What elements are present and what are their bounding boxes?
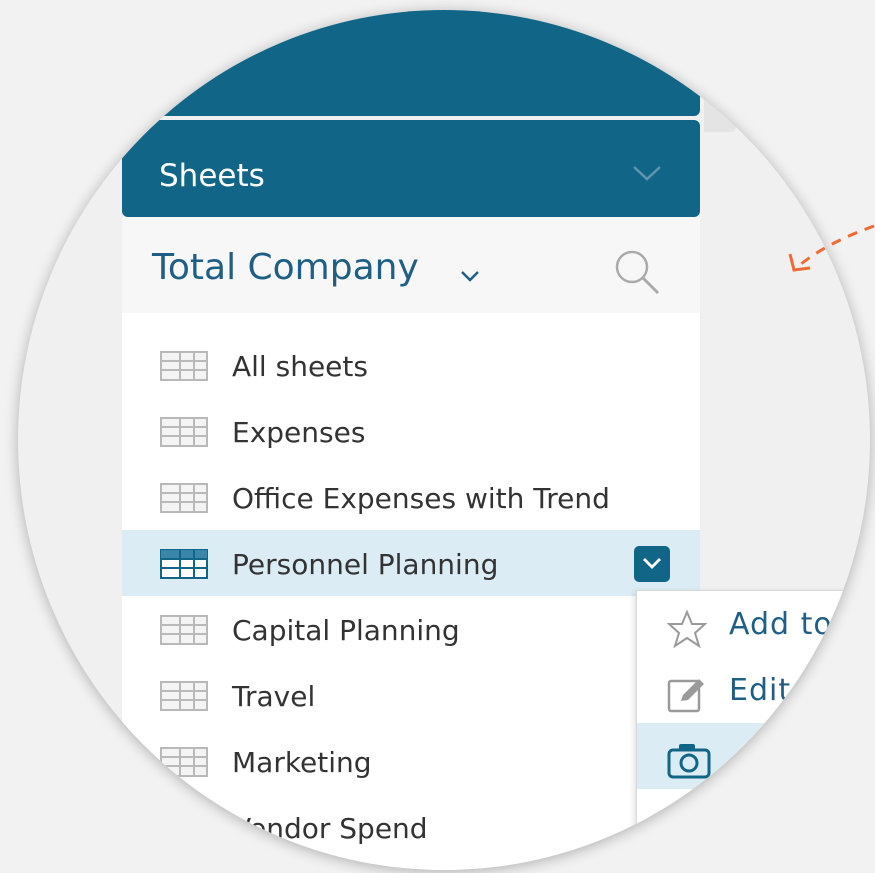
list-item[interactable]: Marketing: [122, 728, 700, 794]
sheet-context-menu: Add to Edit: [636, 590, 870, 870]
sheet-grid-icon: [160, 813, 208, 847]
annotation-arrow-icon: [788, 224, 875, 272]
sheet-grid-icon: [160, 615, 208, 649]
menu-item-label: Edit: [729, 673, 792, 708]
star-outline-icon: [666, 609, 708, 653]
menu-item-label: Add to: [729, 607, 833, 642]
menu-item-add-to[interactable]: Add to: [637, 591, 870, 657]
magnifier-lens: Home Sheets Total Company All sheets Exp…: [18, 10, 870, 870]
list-item[interactable]: Travel: [122, 662, 700, 728]
list-item-label: Office Expenses with Trend: [232, 482, 610, 515]
list-item-label: All sheets: [232, 350, 368, 383]
chevron-down-icon: [632, 164, 662, 186]
sheets-nav-header[interactable]: Sheets: [122, 120, 700, 217]
sheets-panel: Total Company All sheets Expenses Office…: [122, 217, 700, 870]
sheets-nav-label: Sheets: [159, 158, 265, 194]
list-item-label: Marketing: [232, 746, 372, 779]
list-item[interactable]: Office Expenses with Trend: [122, 464, 700, 530]
list-item[interactable]: Expenses: [122, 398, 700, 464]
home-nav-label: Home: [116, 50, 208, 86]
list-item-label: Vendor Spend: [232, 812, 428, 845]
search-icon[interactable]: [612, 247, 662, 301]
sheet-list: All sheets Expenses Office Expenses with…: [122, 332, 700, 860]
list-item-label: Travel: [232, 680, 316, 713]
list-item[interactable]: All sheets: [122, 332, 700, 398]
list-item-label: Capital Planning: [232, 614, 460, 647]
list-item-label: Personnel Planning: [232, 548, 499, 581]
sheet-grid-icon: [160, 681, 208, 715]
menu-item-snapshot[interactable]: [637, 723, 870, 789]
list-item-selected[interactable]: Personnel Planning: [122, 530, 700, 596]
list-item-label: Expenses: [232, 416, 366, 449]
scope-bar: Total Company: [122, 217, 700, 313]
collapse-handle[interactable]: [704, 90, 736, 132]
sheet-grid-icon: [160, 483, 208, 517]
menu-item-edit[interactable]: Edit: [637, 657, 870, 723]
sheet-grid-icon: [160, 747, 208, 781]
sheet-grid-icon: [160, 549, 208, 583]
sheet-grid-icon: [160, 351, 208, 385]
edit-icon: [667, 675, 707, 719]
scope-selector[interactable]: Total Company: [152, 247, 419, 288]
list-item[interactable]: Capital Planning: [122, 596, 700, 662]
sheet-grid-icon: [160, 417, 208, 451]
item-menu-button[interactable]: [634, 546, 670, 582]
home-nav-header[interactable]: Home: [116, 10, 700, 116]
list-item[interactable]: Vendor Spend: [122, 794, 700, 860]
camera-icon: [667, 741, 711, 785]
chevron-down-icon[interactable]: [460, 267, 480, 286]
